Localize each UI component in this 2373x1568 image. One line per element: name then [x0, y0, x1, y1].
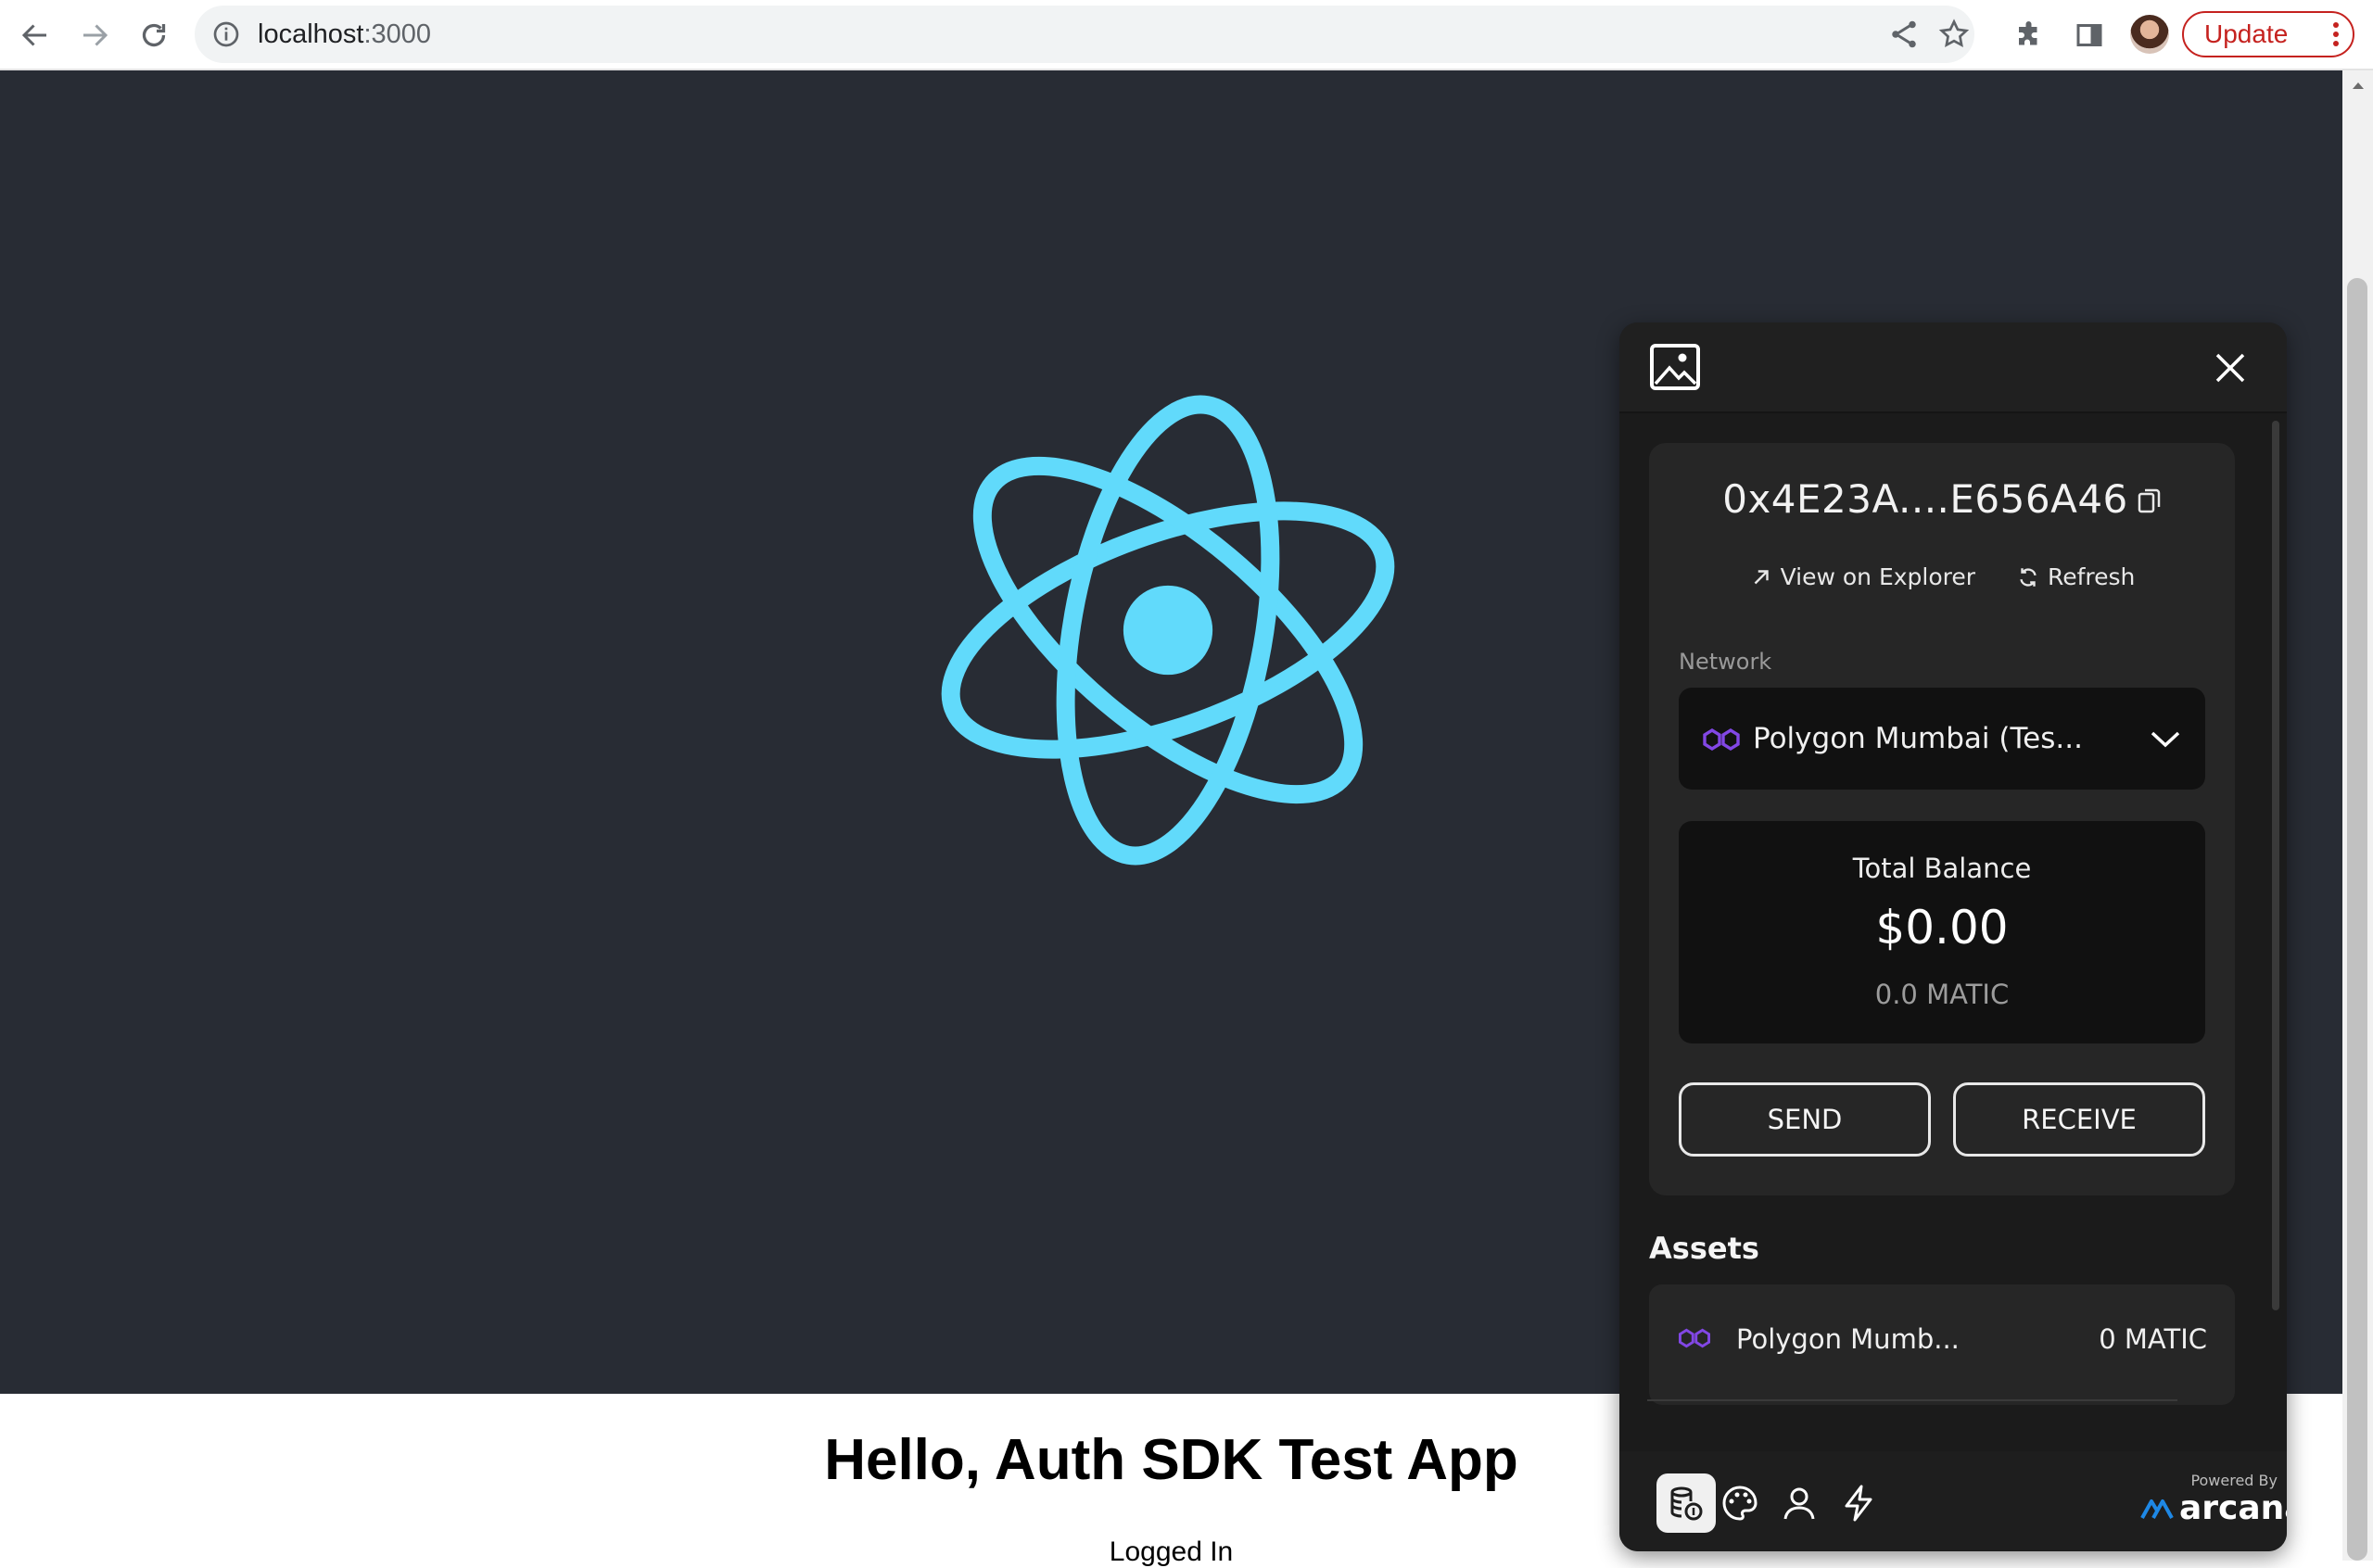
side-panel-icon: [2076, 24, 2102, 46]
nav-activity-button[interactable]: [1829, 1473, 1888, 1533]
close-icon[interactable]: [2213, 350, 2248, 386]
wallet-address: 0x4E23A....E656A46: [1649, 476, 2235, 522]
receive-button[interactable]: RECEIVE: [1953, 1082, 2205, 1157]
address-bar[interactable]: localhost:3000: [195, 6, 1974, 63]
scroll-up-icon[interactable]: [2348, 76, 2368, 95]
refresh-label: Refresh: [2047, 563, 2136, 590]
selected-network: Polygon Mumbai (Tes...: [1753, 722, 2083, 755]
asset-divider: [1647, 1399, 2177, 1401]
powered-by: Powered By arcana: [2138, 1472, 2287, 1527]
url-text[interactable]: localhost:3000: [258, 6, 431, 63]
asset-list: Polygon Mumb... 0 MATIC: [1649, 1284, 2235, 1405]
browser-toolbar: localhost:3000 Update: [0, 0, 2373, 70]
view-on-explorer-link[interactable]: View on Explorer: [1749, 563, 1975, 590]
info-icon[interactable]: [211, 19, 241, 49]
page-scrollbar-thumb[interactable]: [2347, 278, 2367, 1561]
total-balance-label: Total Balance: [1852, 853, 2032, 884]
forward-button[interactable]: [76, 17, 113, 54]
assets-title: Assets: [1649, 1231, 1759, 1266]
refresh-icon: [2020, 567, 2037, 587]
powered-by-label: Powered By: [2190, 1472, 2278, 1489]
arrow-right-icon: [83, 24, 108, 46]
back-button[interactable]: [17, 17, 54, 54]
refresh-link[interactable]: Refresh: [2016, 563, 2135, 590]
asset-amount: 0 MATIC: [2099, 1323, 2207, 1355]
user-icon: [1783, 1487, 1815, 1520]
extensions-button[interactable]: [2011, 17, 2049, 54]
update-label: Update: [2204, 19, 2289, 48]
asset-row[interactable]: Polygon Mumb... 0 MATIC: [1649, 1284, 2235, 1401]
nav-profile-button[interactable]: [1770, 1473, 1829, 1533]
network-select[interactable]: Polygon Mumbai (Tes...: [1679, 688, 2205, 790]
wallet-header: [1619, 322, 2287, 413]
palette-icon: [1722, 1486, 1758, 1521]
wallet-scrollbar[interactable]: [2272, 421, 2279, 1310]
nav-assets-button[interactable]: [1656, 1473, 1716, 1533]
image-icon: [1650, 344, 1700, 390]
arrow-left-icon: [21, 24, 46, 46]
share-icon[interactable]: [1887, 18, 1921, 51]
nav-nft-button[interactable]: [1710, 1473, 1770, 1533]
chevron-down-icon: [2151, 731, 2180, 748]
wallet-widget: 0x4E23A....E656A46 View on Explorer Refr…: [1619, 322, 2287, 1551]
update-button[interactable]: Update: [2182, 11, 2354, 57]
star-icon[interactable]: [1937, 18, 1971, 51]
reload-button[interactable]: [135, 17, 172, 54]
balance-token: 0.0 MATIC: [1874, 979, 2010, 1010]
react-logo-icon: [941, 395, 1395, 866]
polygon-icon: [1678, 1328, 1711, 1348]
polygon-icon: [1703, 727, 1740, 752]
copy-icon[interactable]: [2138, 487, 2162, 514]
coins-icon: [1670, 1486, 1703, 1521]
balance-panel: Total Balance $0.00 0.0 MATIC: [1679, 821, 2205, 1043]
more-vert-icon: [2333, 22, 2339, 46]
balance-usd: $0.00: [1875, 901, 2009, 955]
bolt-icon: [1845, 1485, 1872, 1522]
reload-icon: [142, 23, 166, 47]
puzzle-icon: [2019, 21, 2037, 45]
account-card: 0x4E23A....E656A46 View on Explorer Refr…: [1649, 443, 2235, 1195]
profile-avatar[interactable]: [2130, 15, 2169, 54]
side-panel-button[interactable]: [2071, 17, 2108, 54]
asset-name: Polygon Mumb...: [1736, 1323, 1960, 1355]
network-label: Network: [1679, 649, 1772, 675]
arcana-logo: arcana: [2138, 1489, 2287, 1527]
arrow-up-right-icon: [1754, 569, 1769, 584]
wallet-nav: Powered By arcana: [1619, 1451, 2287, 1551]
view-explorer-label: View on Explorer: [1780, 563, 1976, 590]
send-button[interactable]: SEND: [1679, 1082, 1931, 1157]
arcana-icon: [2140, 1498, 2174, 1519]
account-links: View on Explorer Refresh: [1649, 563, 2235, 595]
